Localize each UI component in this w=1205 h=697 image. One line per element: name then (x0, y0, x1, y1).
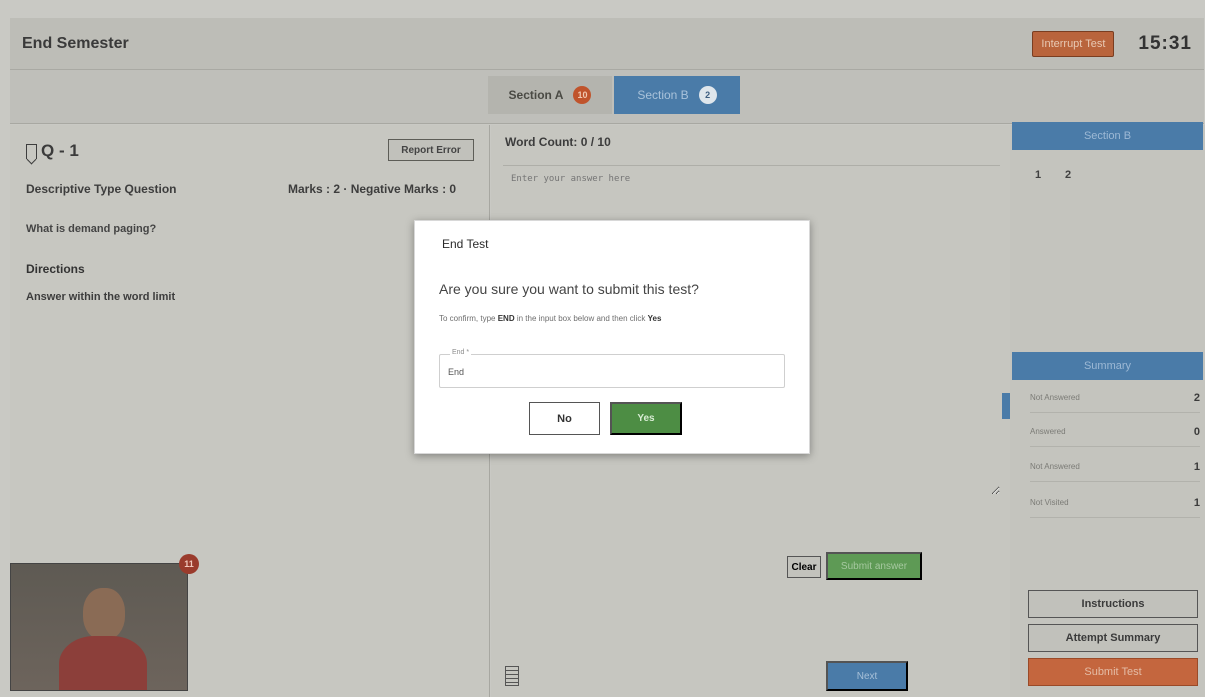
timer: 15:31 (1138, 32, 1192, 54)
summary-row: Answered 0 (1030, 417, 1200, 447)
submit-test-button[interactable]: Submit Test (1028, 658, 1198, 686)
question-number: Q - 1 (41, 141, 79, 160)
end-test-dialog: End Test Are you sure you want to submit… (414, 220, 810, 454)
hint-middle: in the input box below and then click (516, 314, 646, 323)
bookmark-icon[interactable] (26, 143, 37, 159)
attempt-summary-button[interactable]: Attempt Summary (1028, 624, 1198, 652)
hint-prefix: To confirm, type (439, 314, 496, 323)
summary-label: Answered (1030, 427, 1066, 436)
submit-answer-button[interactable]: Submit answer (826, 552, 922, 580)
yes-button[interactable]: Yes (610, 402, 682, 435)
confirm-input[interactable] (448, 364, 768, 380)
tab-section-b-label: Section B (637, 88, 689, 102)
tab-section-b[interactable]: Section B 2 (614, 76, 740, 114)
summary-label: Not Answered (1030, 462, 1080, 471)
webcam-person-body (59, 636, 147, 690)
report-error-button[interactable]: Report Error (388, 139, 474, 161)
summary-value: 0 (1193, 425, 1200, 438)
clear-button[interactable]: Clear (787, 556, 821, 578)
confirm-field-label: End * (450, 349, 472, 356)
tab-section-a[interactable]: Section A 10 (488, 76, 612, 114)
summary-row: Not Answered 2 (1030, 383, 1200, 413)
navigation-panel: Section B 1 2 Summary Not Answered 2 Ans… (1010, 122, 1205, 697)
hint-action: Yes (647, 314, 662, 323)
exam-title: End Semester (22, 34, 129, 52)
confirm-field: End * (439, 349, 785, 388)
question-text: What is demand paging? (26, 223, 157, 235)
top-bar: End Semester Interrupt Test 15:31 (10, 18, 1204, 70)
section-b-count-badge: 2 (698, 86, 717, 104)
summary-value: 2 (1193, 391, 1200, 404)
summary-label: Not Visited (1030, 498, 1069, 507)
question-marks: Marks : 2 · Negative Marks : 0 (288, 182, 457, 196)
question-type: Descriptive Type Question (26, 182, 177, 196)
question-nav-item[interactable]: 2 (1060, 167, 1076, 183)
summary-row: Not Answered 1 (1030, 452, 1200, 482)
webcam-preview (10, 563, 188, 691)
word-count: Word Count: 0 / 10 (505, 135, 611, 149)
tab-section-a-label: Section A (508, 88, 564, 102)
question-header: Q - 1 (26, 141, 79, 161)
summary-value: 1 (1193, 460, 1200, 473)
interrupt-test-button[interactable]: Interrupt Test (1032, 30, 1115, 57)
section-header: Section B (1012, 122, 1203, 150)
section-a-count-badge: 10 (573, 86, 592, 104)
instructions-button[interactable]: Instructions (1028, 590, 1198, 618)
dialog-title: End Test (442, 237, 489, 251)
summary-row: Not Visited 1 (1030, 488, 1200, 518)
webcam-badge: 11 (179, 554, 199, 574)
no-button[interactable]: No (529, 402, 600, 435)
dialog-hint: To confirm, type END in the input box be… (439, 314, 661, 323)
dialog-question: Are you sure you want to submit this tes… (439, 281, 699, 297)
summary-label: Not Answered (1030, 393, 1080, 402)
directions-text: Answer within the word limit (26, 291, 176, 303)
directions-label: Directions (26, 262, 85, 276)
webcam-person-head (83, 588, 125, 640)
section-bar: Section A 10 Section B 2 (10, 70, 1204, 124)
calculator-icon[interactable] (505, 666, 519, 686)
summary-value: 1 (1193, 496, 1200, 509)
question-nav-item[interactable]: 1 (1030, 167, 1046, 183)
summary-header: Summary (1012, 352, 1203, 380)
next-button[interactable]: Next (826, 661, 908, 691)
hint-keyword: END (497, 314, 515, 323)
